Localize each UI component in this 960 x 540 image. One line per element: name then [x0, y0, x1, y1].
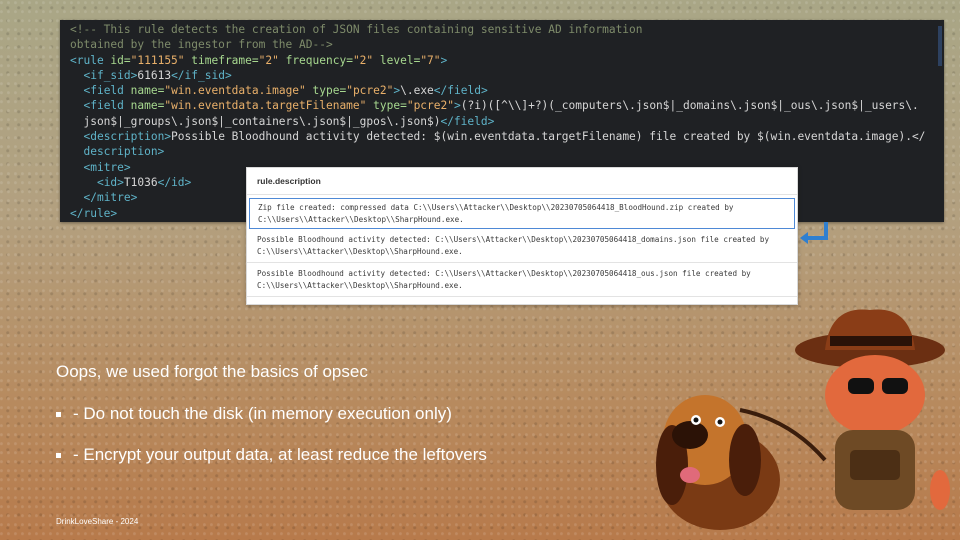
code-line: obtained by the ingestor from the AD--> [70, 38, 333, 52]
slide-heading: Oops, we used forgot the basics of opsec [56, 362, 368, 381]
bloodhound-mascot-illustration [656, 309, 950, 530]
code-line: <field name="win.eventdata.image" type="… [83, 84, 488, 98]
bullet-text: - Do not touch the disk (in memory execu… [73, 404, 452, 423]
code-line: <if_sid>61613</if_sid> [83, 68, 232, 82]
table-row[interactable]: Possible Bloodhound activity detected: C… [247, 263, 797, 297]
table-row[interactable]: Possible Bloodhound activity detected: C… [247, 229, 797, 263]
code-line: <!-- This rule detects the creation of J… [70, 23, 643, 36]
code-line: <rule id="111155" timeframe="2" frequenc… [70, 53, 448, 67]
scrollbar[interactable] [938, 26, 942, 66]
code-line: description> [70, 145, 165, 159]
table-row[interactable]: Zip file created: compressed data C:\\Us… [249, 198, 795, 229]
code-line: <field name="win.eventdata.targetFilenam… [83, 99, 919, 113]
code-line: json$|_groups\.json$|_containers\.json$|… [70, 114, 495, 128]
bullet-text: - Encrypt your output data, at least red… [73, 445, 487, 464]
column-header: rule.description [247, 168, 797, 195]
bullet-icon [56, 411, 61, 417]
bullet-icon [56, 452, 61, 458]
code-line: <description>Possible Bloodhound activit… [83, 130, 926, 144]
slide-footer: DrinkLoveShare - 2024 [56, 517, 139, 526]
results-table: rule.description Zip file created: compr… [246, 167, 798, 305]
bullet-item: - Encrypt your output data, at least red… [56, 445, 487, 465]
return-arrow-icon [800, 222, 828, 244]
bullet-item: - Do not touch the disk (in memory execu… [56, 404, 452, 424]
